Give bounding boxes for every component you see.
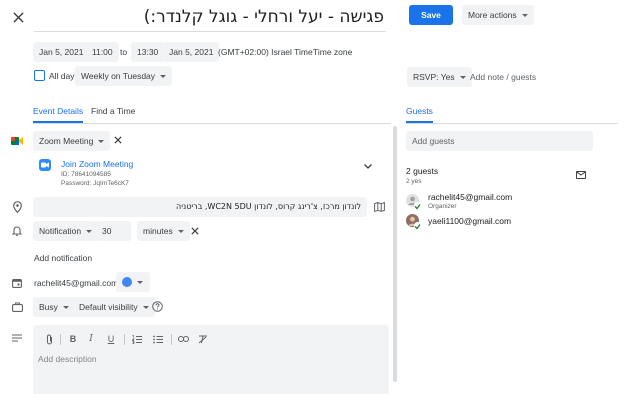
numbered-list-icon[interactable] xyxy=(130,332,144,346)
tab-find-a-time[interactable]: Find a Time xyxy=(91,106,135,116)
start-time-select[interactable]: 11:00 xyxy=(86,42,119,62)
chevron-down-icon xyxy=(86,229,93,233)
italic-icon[interactable]: I xyxy=(84,332,98,346)
close-icon[interactable] xyxy=(10,9,26,25)
help-icon[interactable] xyxy=(151,300,164,313)
description-icon xyxy=(11,332,23,344)
accepted-check-icon xyxy=(414,222,421,230)
chevron-down-icon xyxy=(177,229,184,233)
repeat-select[interactable]: Weekly on Tuesday xyxy=(75,66,173,86)
calendar-icon xyxy=(11,277,23,289)
attachment-icon[interactable] xyxy=(42,332,56,346)
guest-list-item[interactable]: yaeli1100@gmail.com xyxy=(406,214,606,234)
join-zoom-link[interactable]: Join Zoom Meeting xyxy=(61,159,133,169)
visibility-value: Default visibility xyxy=(79,302,138,312)
guest-list-item[interactable]: rachelit45@gmail.com Organizer xyxy=(406,191,606,211)
guest-email: rachelit45@gmail.com xyxy=(428,192,513,202)
guests-heading: Guests xyxy=(406,106,433,116)
accepted-check-icon xyxy=(414,202,421,210)
event-title-text: פגישה - יעל ורחלי - גוגל קלנדר:) xyxy=(143,7,384,27)
timezone-value[interactable]: (GMT+02:00) Israel Time xyxy=(218,47,313,57)
availability-value: Busy xyxy=(39,302,58,312)
end-date-value: Jan 5, 2021 xyxy=(169,47,214,57)
remove-conference-icon[interactable] xyxy=(112,134,124,146)
timezone-link[interactable]: Time zone xyxy=(313,47,352,57)
clear-formatting-icon[interactable] xyxy=(196,332,210,346)
map-icon[interactable] xyxy=(373,201,385,213)
notification-unit-value: minutes xyxy=(143,226,173,236)
to-label: to xyxy=(120,47,128,57)
toolbar-divider xyxy=(171,334,172,345)
visibility-select[interactable]: Default visibility xyxy=(73,297,155,317)
add-note-guests-link[interactable]: Add note / guests xyxy=(470,72,536,82)
underline-icon[interactable]: U xyxy=(104,332,118,346)
description-placeholder: Add description xyxy=(38,354,97,364)
location-pin-icon xyxy=(11,200,23,214)
repeat-value: Weekly on Tuesday xyxy=(81,71,156,81)
chevron-down-icon xyxy=(137,280,143,284)
all-day-checkbox[interactable] xyxy=(34,70,45,81)
event-title-input[interactable]: פגישה - יעל ורחלי - גוגל קלנדר:) xyxy=(34,6,386,32)
event-color-select[interactable] xyxy=(116,272,150,292)
add-guests-input[interactable]: Add guests xyxy=(406,131,593,151)
tab-event-details-label: Event Details xyxy=(33,106,84,116)
chevron-down-icon xyxy=(62,305,69,309)
briefcase-icon xyxy=(11,301,23,313)
bold-icon[interactable]: B xyxy=(66,332,80,346)
tabs-divider xyxy=(33,123,391,124)
save-button[interactable]: Save xyxy=(409,5,453,25)
conference-type-select[interactable]: Zoom Meeting xyxy=(33,131,111,151)
bell-icon xyxy=(11,225,23,237)
rsvp-value: RSVP: Yes xyxy=(413,72,455,82)
guest-yes-count: 2 yes xyxy=(406,178,422,185)
expand-conference-icon[interactable] xyxy=(362,160,374,172)
tab-find-a-time-label: Find a Time xyxy=(91,106,136,116)
location-input[interactable]: לונדון מרכז, צ'רינג קרוס, לונדון WC2N 5D… xyxy=(33,197,367,217)
chevron-down-icon xyxy=(459,75,466,79)
notification-unit-select[interactable]: minutes xyxy=(137,221,190,241)
start-time-value: 11:00 xyxy=(92,47,113,57)
guests-divider xyxy=(406,123,618,124)
availability-select[interactable]: Busy xyxy=(33,297,75,317)
link-icon[interactable] xyxy=(176,332,190,346)
more-actions-button[interactable]: More actions xyxy=(462,5,534,25)
notification-amount-value: 30 xyxy=(102,226,112,236)
rsvp-select[interactable]: RSVP: Yes xyxy=(407,67,472,87)
google-meet-icon xyxy=(10,134,24,148)
zoom-meeting-id: ID: 78641094585 xyxy=(61,171,111,178)
scrollbar-thumb[interactable] xyxy=(393,126,397,382)
location-value: לונדון מרכז, צ'רינג קרוס, לונדון WC2N 5D… xyxy=(175,202,361,211)
zoom-logo-icon xyxy=(39,159,51,171)
event-color-dot xyxy=(122,277,132,287)
calendar-owner: rachelit45@gmail.com xyxy=(34,278,119,288)
add-guests-placeholder: Add guests xyxy=(412,136,455,146)
add-notification-link[interactable]: Add notification xyxy=(34,253,92,263)
chevron-down-icon xyxy=(98,139,105,143)
notification-type-value: Notification xyxy=(39,226,82,236)
bulleted-list-icon[interactable] xyxy=(151,332,165,346)
guest-email: yaeli1100@gmail.com xyxy=(428,216,512,226)
start-date-select[interactable]: Jan 5, 2021 xyxy=(33,42,90,62)
end-time-value: 13:30 xyxy=(137,47,159,57)
guest-count: 2 guests xyxy=(406,166,439,176)
more-actions-label: More actions xyxy=(468,10,517,20)
conference-type-value: Zoom Meeting xyxy=(39,136,94,146)
description-editor[interactable]: B I U Add description xyxy=(33,325,389,394)
toolbar-divider xyxy=(60,334,61,345)
save-button-label: Save xyxy=(421,10,441,20)
chevron-down-icon xyxy=(521,13,528,17)
remove-notification-icon[interactable] xyxy=(189,225,201,237)
zoom-password: Password: JqImTe6cK7 xyxy=(61,180,129,187)
notification-type-select[interactable]: Notification xyxy=(33,221,99,241)
chevron-down-icon xyxy=(142,305,149,309)
chevron-down-icon xyxy=(160,74,167,78)
notification-amount-input[interactable]: 30 xyxy=(96,221,131,241)
start-date-value: Jan 5, 2021 xyxy=(39,47,84,57)
email-guests-icon[interactable] xyxy=(575,169,587,181)
guest-role: Organizer xyxy=(428,203,457,210)
end-date-select[interactable]: Jan 5, 2021 xyxy=(163,42,220,62)
toolbar-divider xyxy=(124,334,125,345)
end-time-select[interactable]: 13:30 xyxy=(131,42,165,62)
all-day-label: All day xyxy=(49,71,75,81)
